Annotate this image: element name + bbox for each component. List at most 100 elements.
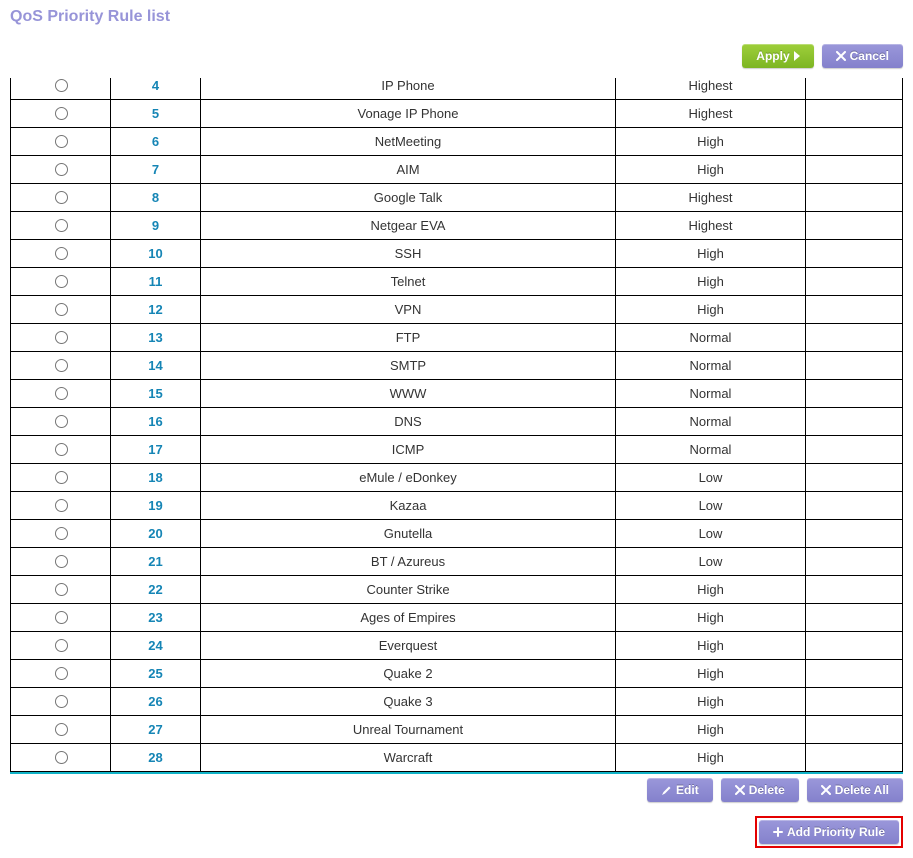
rule-number-cell: 23 bbox=[111, 604, 201, 632]
rule-select-radio[interactable] bbox=[55, 331, 68, 344]
rule-select-radio[interactable] bbox=[55, 471, 68, 484]
rule-select-radio[interactable] bbox=[55, 527, 68, 540]
rule-priority-cell: Low bbox=[616, 464, 806, 492]
rule-name-cell: WWW bbox=[201, 380, 616, 408]
rule-number-cell: 18 bbox=[111, 464, 201, 492]
rule-number-link[interactable]: 20 bbox=[148, 526, 162, 541]
rule-select-radio[interactable] bbox=[55, 191, 68, 204]
rule-number-link[interactable]: 11 bbox=[149, 274, 163, 289]
rule-number-link[interactable]: 8 bbox=[152, 190, 159, 205]
rule-number-link[interactable]: 18 bbox=[148, 470, 162, 485]
rule-priority-cell: Highest bbox=[616, 212, 806, 240]
rule-select-radio[interactable] bbox=[55, 415, 68, 428]
rule-number-link[interactable]: 28 bbox=[148, 750, 162, 765]
rule-select-radio[interactable] bbox=[55, 387, 68, 400]
delete-button-label: Delete bbox=[749, 783, 785, 797]
rule-select-radio[interactable] bbox=[55, 359, 68, 372]
rule-extra-cell bbox=[806, 604, 903, 632]
rule-number-link[interactable]: 6 bbox=[152, 134, 159, 149]
delete-all-button[interactable]: Delete All bbox=[807, 778, 903, 802]
rule-select-radio[interactable] bbox=[55, 667, 68, 680]
rule-number-link[interactable]: 22 bbox=[148, 582, 162, 597]
rule-extra-cell bbox=[806, 100, 903, 128]
rule-priority-cell: Normal bbox=[616, 436, 806, 464]
rule-priority-cell: Low bbox=[616, 520, 806, 548]
rule-number-link[interactable]: 7 bbox=[152, 162, 159, 177]
rule-number-cell: 26 bbox=[111, 688, 201, 716]
delete-all-button-label: Delete All bbox=[835, 783, 889, 797]
rule-name-cell: Counter Strike bbox=[201, 576, 616, 604]
rule-name-cell: Quake 3 bbox=[201, 688, 616, 716]
rule-select-cell bbox=[11, 436, 111, 464]
rule-number-link[interactable]: 13 bbox=[148, 330, 162, 345]
rule-number-link[interactable]: 25 bbox=[148, 666, 162, 681]
rule-select-radio[interactable] bbox=[55, 639, 68, 652]
rule-number-link[interactable]: 12 bbox=[148, 302, 162, 317]
rule-select-radio[interactable] bbox=[55, 443, 68, 456]
add-action-row: Add Priority Rule bbox=[10, 812, 903, 852]
rule-priority-cell: Highest bbox=[616, 100, 806, 128]
rule-select-radio[interactable] bbox=[55, 695, 68, 708]
rule-priority-cell: High bbox=[616, 688, 806, 716]
add-priority-rule-button[interactable]: Add Priority Rule bbox=[759, 820, 899, 844]
rule-number-link[interactable]: 19 bbox=[148, 498, 162, 513]
rule-number-link[interactable]: 5 bbox=[152, 106, 159, 121]
page-title: QoS Priority Rule list bbox=[10, 8, 903, 26]
rule-name-cell: Kazaa bbox=[201, 492, 616, 520]
rule-select-radio[interactable] bbox=[55, 135, 68, 148]
rule-number-link[interactable]: 16 bbox=[148, 414, 162, 429]
apply-button[interactable]: Apply bbox=[742, 44, 813, 68]
rule-number-link[interactable]: 4 bbox=[152, 78, 159, 93]
rule-number-link[interactable]: 17 bbox=[148, 442, 162, 457]
rule-select-cell bbox=[11, 100, 111, 128]
rule-select-radio[interactable] bbox=[55, 555, 68, 568]
rule-number-cell: 16 bbox=[111, 408, 201, 436]
rule-number-link[interactable]: 23 bbox=[148, 610, 162, 625]
rule-number-link[interactable]: 10 bbox=[148, 246, 162, 261]
rule-number-link[interactable]: 27 bbox=[148, 722, 162, 737]
rule-select-radio[interactable] bbox=[55, 219, 68, 232]
rule-priority-cell: Highest bbox=[616, 184, 806, 212]
delete-button[interactable]: Delete bbox=[721, 778, 799, 802]
rule-extra-cell bbox=[806, 716, 903, 744]
rule-select-radio[interactable] bbox=[55, 499, 68, 512]
rule-number-link[interactable]: 9 bbox=[152, 218, 159, 233]
rule-name-cell: Warcraft bbox=[201, 744, 616, 772]
rule-select-cell bbox=[11, 632, 111, 660]
rule-number-link[interactable]: 15 bbox=[148, 386, 162, 401]
rule-select-radio[interactable] bbox=[55, 583, 68, 596]
edit-button[interactable]: Edit bbox=[647, 778, 713, 802]
table-row: 22Counter StrikeHigh bbox=[11, 576, 903, 604]
rule-name-cell: BT / Azureus bbox=[201, 548, 616, 576]
rule-select-radio[interactable] bbox=[55, 275, 68, 288]
rule-select-radio[interactable] bbox=[55, 247, 68, 260]
rule-select-radio[interactable] bbox=[55, 79, 68, 92]
rule-select-cell bbox=[11, 604, 111, 632]
rule-number-link[interactable]: 21 bbox=[148, 554, 162, 569]
rule-select-radio[interactable] bbox=[55, 723, 68, 736]
rule-name-cell: SSH bbox=[201, 240, 616, 268]
rule-number-cell: 19 bbox=[111, 492, 201, 520]
rule-select-radio[interactable] bbox=[55, 751, 68, 764]
rule-select-cell bbox=[11, 744, 111, 772]
rule-select-cell bbox=[11, 156, 111, 184]
rule-select-cell bbox=[11, 660, 111, 688]
rule-select-radio[interactable] bbox=[55, 611, 68, 624]
rule-extra-cell bbox=[806, 352, 903, 380]
rule-number-link[interactable]: 24 bbox=[148, 638, 162, 653]
rule-priority-cell: High bbox=[616, 240, 806, 268]
rule-select-cell bbox=[11, 184, 111, 212]
rule-number-link[interactable]: 26 bbox=[148, 694, 162, 709]
close-icon bbox=[821, 785, 831, 795]
rule-name-cell: Vonage IP Phone bbox=[201, 100, 616, 128]
rule-number-link[interactable]: 14 bbox=[148, 358, 162, 373]
rule-name-cell: Unreal Tournament bbox=[201, 716, 616, 744]
rule-select-radio[interactable] bbox=[55, 107, 68, 120]
cancel-button[interactable]: Cancel bbox=[822, 44, 903, 68]
table-row: 10 SSHHigh bbox=[11, 240, 903, 268]
rule-select-cell bbox=[11, 408, 111, 436]
table-row: 7AIMHigh bbox=[11, 156, 903, 184]
rule-select-radio[interactable] bbox=[55, 303, 68, 316]
rule-priority-cell: High bbox=[616, 744, 806, 772]
rule-select-radio[interactable] bbox=[55, 163, 68, 176]
